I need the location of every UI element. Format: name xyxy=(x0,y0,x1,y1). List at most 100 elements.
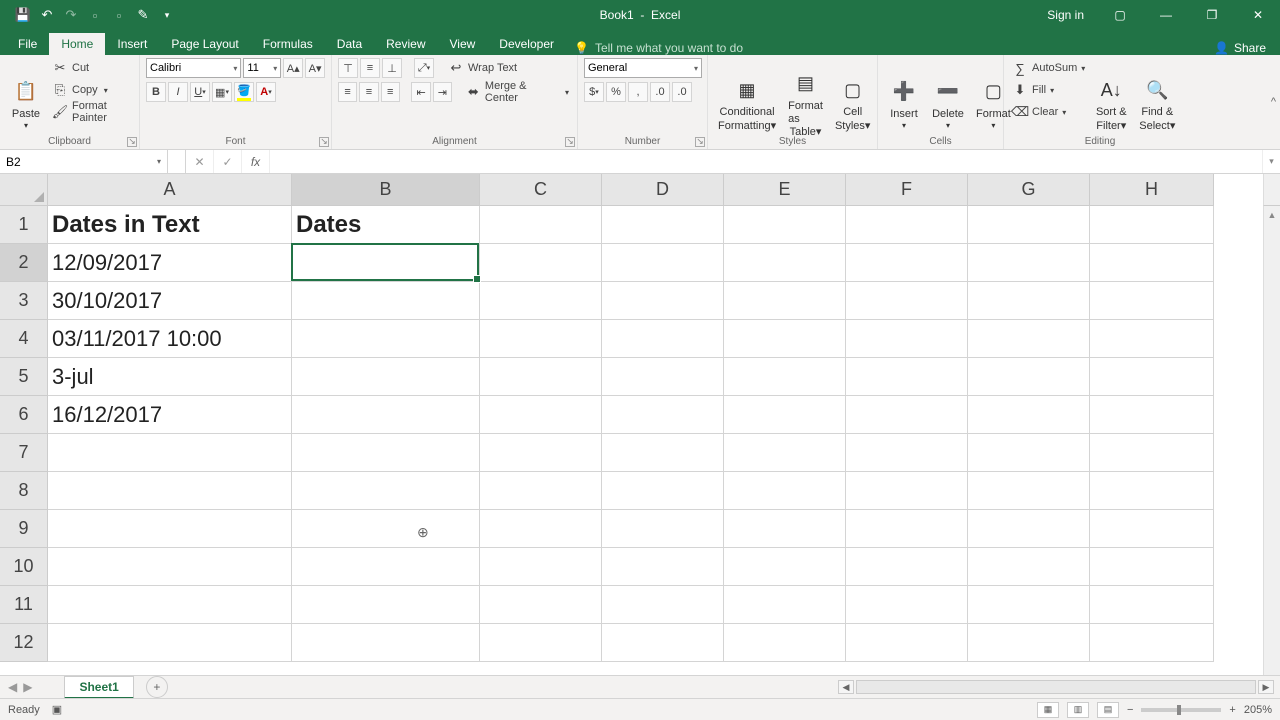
vertical-scrollbar[interactable]: ▲ ▼ xyxy=(1263,206,1280,698)
cell-G11[interactable] xyxy=(968,586,1090,624)
cell-B9[interactable] xyxy=(292,510,480,548)
cell-E7[interactable] xyxy=(724,434,846,472)
merge-center-button[interactable]: ⬌Merge & Center▾ xyxy=(464,82,571,102)
cell-A7[interactable] xyxy=(48,434,292,472)
share-button[interactable]: 👤 Share xyxy=(1214,41,1280,55)
cell-F1[interactable] xyxy=(846,206,968,244)
cell-B2[interactable] xyxy=(292,244,480,282)
cell-G8[interactable] xyxy=(968,472,1090,510)
qat-icon[interactable]: ▫ xyxy=(110,6,128,24)
ribbon-display-options-icon[interactable]: ▢ xyxy=(1098,0,1142,30)
qat-customize-icon[interactable]: ▾ xyxy=(158,6,176,24)
copy-button[interactable]: ⎘Copy▾ xyxy=(50,80,133,100)
cell-F11[interactable] xyxy=(846,586,968,624)
tab-developer[interactable]: Developer xyxy=(487,33,566,55)
orientation-button[interactable]: ⤢▾ xyxy=(414,58,434,78)
font-name-combo[interactable]: Calibri▾ xyxy=(146,58,241,78)
cell-C8[interactable] xyxy=(480,472,602,510)
cell-D11[interactable] xyxy=(602,586,724,624)
cell-H2[interactable] xyxy=(1090,244,1214,282)
cell-F10[interactable] xyxy=(846,548,968,586)
save-icon[interactable]: 💾 xyxy=(14,6,32,24)
column-header-G[interactable]: G xyxy=(968,174,1090,206)
align-left-button[interactable]: ≡ xyxy=(338,82,357,102)
decrease-decimal-button[interactable]: .0 xyxy=(672,82,692,102)
cell-E8[interactable] xyxy=(724,472,846,510)
cell-C4[interactable] xyxy=(480,320,602,358)
horizontal-scrollbar[interactable]: ◀ ▶ xyxy=(838,680,1280,694)
page-layout-view-button[interactable]: ▥ xyxy=(1067,702,1089,718)
cells-area[interactable]: Dates in TextDates12/09/201730/10/201703… xyxy=(48,206,1263,698)
cell-F8[interactable] xyxy=(846,472,968,510)
number-format-combo[interactable]: General▾ xyxy=(584,58,702,78)
cell-A10[interactable] xyxy=(48,548,292,586)
cell-C1[interactable] xyxy=(480,206,602,244)
cell-G1[interactable] xyxy=(968,206,1090,244)
cell-B7[interactable] xyxy=(292,434,480,472)
font-color-button[interactable]: A▾ xyxy=(256,82,276,102)
cell-A9[interactable] xyxy=(48,510,292,548)
cell-F12[interactable] xyxy=(846,624,968,662)
cell-H12[interactable] xyxy=(1090,624,1214,662)
cell-C11[interactable] xyxy=(480,586,602,624)
cell-E3[interactable] xyxy=(724,282,846,320)
zoom-slider[interactable] xyxy=(1141,708,1221,712)
cell-F4[interactable] xyxy=(846,320,968,358)
cell-B5[interactable] xyxy=(292,358,480,396)
column-header-A[interactable]: A xyxy=(48,174,292,206)
sheet-nav-prev-icon[interactable]: ◀ xyxy=(8,680,17,694)
cell-E10[interactable] xyxy=(724,548,846,586)
cell-D1[interactable] xyxy=(602,206,724,244)
cell-H3[interactable] xyxy=(1090,282,1214,320)
italic-button[interactable]: I xyxy=(168,82,188,102)
cell-H5[interactable] xyxy=(1090,358,1214,396)
cell-B6[interactable] xyxy=(292,396,480,434)
cell-D12[interactable] xyxy=(602,624,724,662)
cell-A2[interactable]: 12/09/2017 xyxy=(48,244,292,282)
name-box[interactable]: B2▾ xyxy=(0,150,168,173)
row-header-8[interactable]: 8 xyxy=(0,472,48,510)
borders-button[interactable]: ▦▾ xyxy=(212,82,232,102)
cell-C6[interactable] xyxy=(480,396,602,434)
maximize-icon[interactable]: ❐ xyxy=(1190,0,1234,30)
fx-icon[interactable]: fx xyxy=(242,150,270,173)
tell-me-search[interactable]: 💡 Tell me what you want to do xyxy=(574,41,743,55)
tab-data[interactable]: Data xyxy=(325,33,374,55)
minimize-icon[interactable]: — xyxy=(1144,0,1188,30)
cell-D5[interactable] xyxy=(602,358,724,396)
tab-insert[interactable]: Insert xyxy=(105,33,159,55)
accounting-format-button[interactable]: $▾ xyxy=(584,82,604,102)
comma-format-button[interactable]: , xyxy=(628,82,648,102)
cell-H7[interactable] xyxy=(1090,434,1214,472)
qat-icon[interactable]: ▫ xyxy=(86,6,104,24)
dialog-launcher-icon[interactable]: ↘ xyxy=(319,137,329,147)
cell-A1[interactable]: Dates in Text xyxy=(48,206,292,244)
increase-indent-button[interactable]: ⇥ xyxy=(433,82,452,102)
redo-icon[interactable]: ↷ xyxy=(62,6,80,24)
cell-F5[interactable] xyxy=(846,358,968,396)
wrap-text-button[interactable]: ↩Wrap Text xyxy=(446,58,519,78)
normal-view-button[interactable]: ▦ xyxy=(1037,702,1059,718)
sheet-tab-sheet1[interactable]: Sheet1 xyxy=(64,676,133,699)
autosum-button[interactable]: ∑AutoSum▾ xyxy=(1010,58,1087,78)
cell-D8[interactable] xyxy=(602,472,724,510)
bold-button[interactable]: B xyxy=(146,82,166,102)
row-header-4[interactable]: 4 xyxy=(0,320,48,358)
undo-icon[interactable]: ↶ xyxy=(38,6,56,24)
column-header-E[interactable]: E xyxy=(724,174,846,206)
cell-E1[interactable] xyxy=(724,206,846,244)
column-header-D[interactable]: D xyxy=(602,174,724,206)
fill-color-button[interactable]: 🪣 xyxy=(234,82,254,102)
collapse-ribbon-icon[interactable]: ^ xyxy=(1271,96,1276,108)
increase-decimal-button[interactable]: .0 xyxy=(650,82,670,102)
cell-G5[interactable] xyxy=(968,358,1090,396)
dialog-launcher-icon[interactable]: ↘ xyxy=(127,137,137,147)
cell-H9[interactable] xyxy=(1090,510,1214,548)
scroll-right-icon[interactable]: ▶ xyxy=(1258,680,1274,694)
zoom-in-button[interactable]: + xyxy=(1229,704,1235,716)
cell-E6[interactable] xyxy=(724,396,846,434)
row-header-5[interactable]: 5 xyxy=(0,358,48,396)
cell-A6[interactable]: 16/12/2017 xyxy=(48,396,292,434)
cell-H1[interactable] xyxy=(1090,206,1214,244)
font-size-combo[interactable]: 11▾ xyxy=(243,58,281,78)
